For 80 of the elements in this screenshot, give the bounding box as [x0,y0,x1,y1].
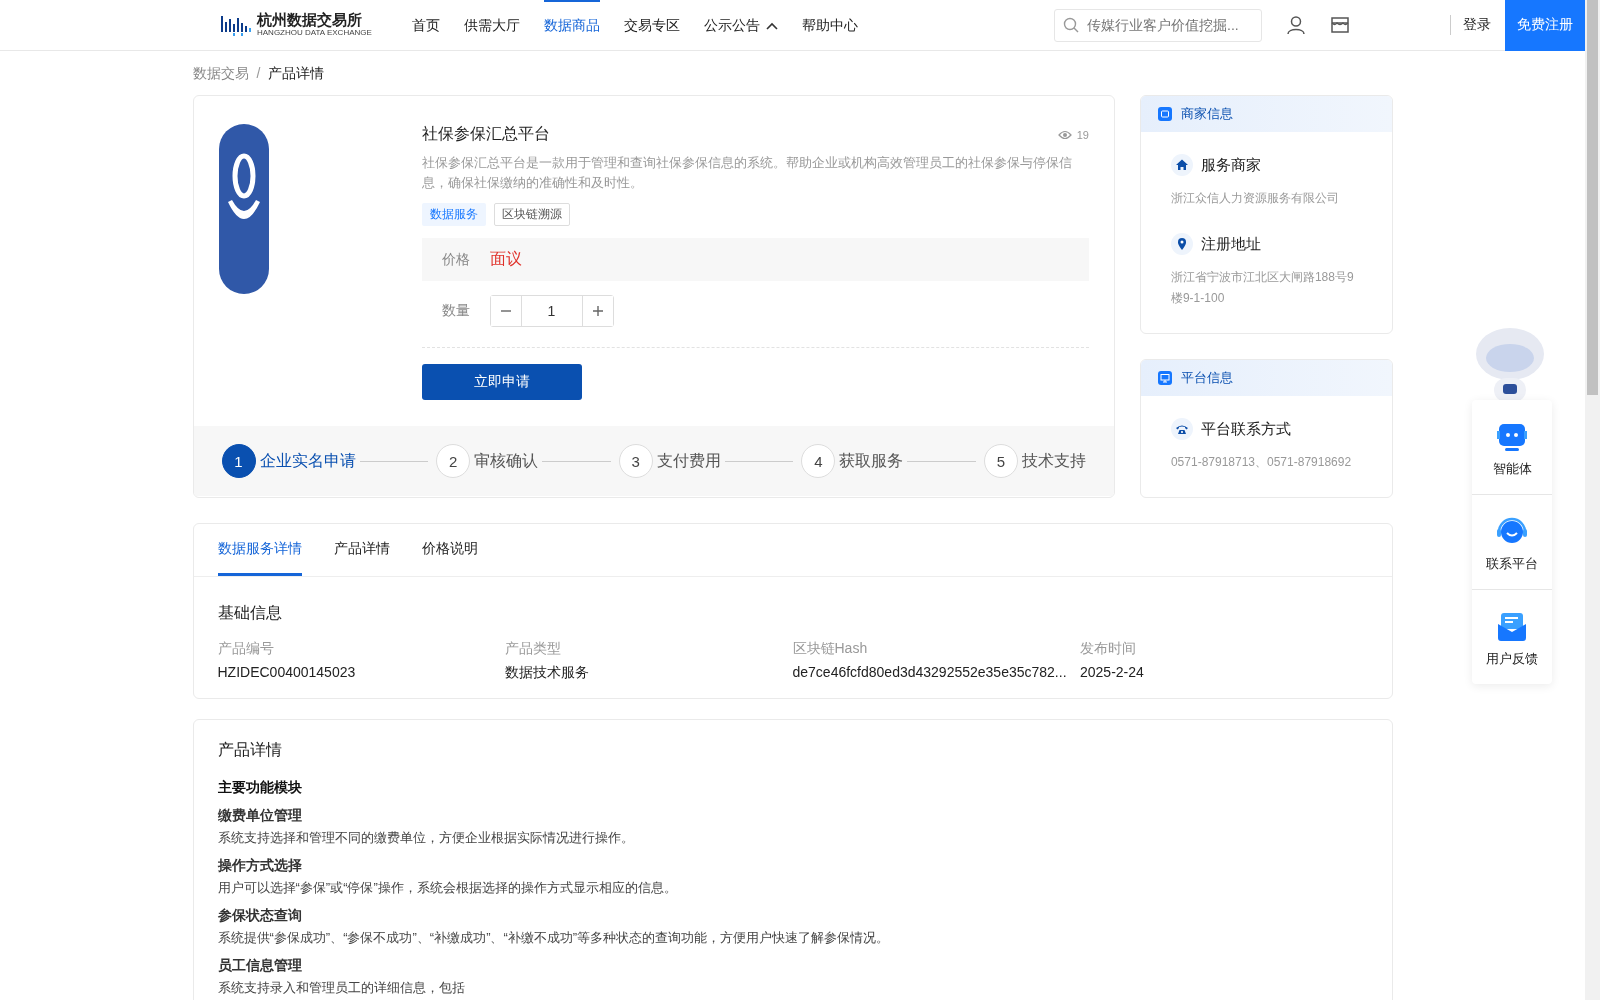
info-label: 注册地址 [1200,234,1261,254]
tab[interactable]: 产品详情 [333,524,390,576]
logo-name: 杭州数据交易所 [257,12,363,28]
view-count: 19 [1076,128,1089,141]
float-button[interactable]: 用户反馈 [1472,590,1552,684]
register-button[interactable]: 免费注册 [1505,0,1585,51]
section-title: 产品详情 [217,740,283,760]
price-value: 面议 [489,249,522,269]
module-heading: 主要功能模块 [217,779,303,797]
caret-icon [765,22,778,30]
section-title: 基础信息 [217,603,283,623]
tab[interactable]: 数据服务详情 [217,524,302,576]
step-label: 技术支持 [1021,450,1086,471]
step-number: 3 [618,444,653,478]
logo-subtitle: HANGZHOU DATA EXCHANGE [257,28,372,38]
step-number: 1 [221,444,256,478]
apply-button[interactable]: 立即申请 [421,364,582,400]
quantity-stepper[interactable]: 1 [489,295,614,327]
nav-item[interactable]: 数据商品 [543,0,600,50]
feature-title: 操作方式选择 [217,857,303,875]
mail-icon [1496,612,1528,642]
quantity-label: 数量 [441,302,470,320]
step-label: 支付费用 [656,450,721,471]
location-pin-icon [1170,233,1193,255]
breadcrumb-link[interactable]: 数据交易 [192,65,249,83]
step-number: 5 [983,444,1018,478]
field-label: 产品编号 [217,640,275,658]
breadcrumb-link[interactable]: 产品详情 [268,65,325,83]
step-label: 审核确认 [474,450,539,471]
feature-description: 用户可以选择“参保”或“停保”操作，系统会根据选择的操作方式显示相应的信息。 [217,879,678,897]
feature-description: 系统提供“参保成功”、“参保不成功”、“补缴成功”、“补缴不成功”等多种状态的查询功能，方便用户快速了解参保情况。 [217,929,891,947]
float-button[interactable]: 联系平台 [1472,495,1552,590]
breadcrumb-separator: / [256,65,261,83]
field-value: 2025-2-24 [1080,664,1145,680]
monitor-icon [1157,371,1172,385]
tag: 区块链溯源 [493,203,570,226]
feature-title: 参保状态查询 [217,907,303,925]
scrollbar[interactable] [1585,0,1600,1000]
field-value: HZIDEC00400145023 [217,664,357,680]
store-icon[interactable] [1330,15,1350,35]
info-label: 平台联系方式 [1200,419,1291,439]
field-label: 区块链Hash [792,640,869,658]
search-field[interactable]: 传媒行业客户价值挖掘... [1054,8,1262,42]
eye-icon [1057,129,1072,140]
step-number: 2 [436,444,471,478]
info-value: 浙江众信人力资源服务有限公司 [1170,190,1340,207]
home-icon [1170,154,1193,176]
info-value: 0571-87918713、0571-87918692 [1170,454,1353,471]
field-label: 产品类型 [505,640,562,658]
quantity-field[interactable]: 1 [520,296,583,326]
search-icon [1063,17,1079,33]
nav-item[interactable]: 公示公告 [703,0,778,50]
step-label: 获取服务 [839,450,904,471]
info-value: 浙江省宁波市江北区大闸路188号9楼9-1-100 [1170,269,1355,307]
user-icon[interactable] [1286,15,1306,35]
field-value: 数据技术服务 [505,664,590,682]
float-button[interactable]: 智能体 [1472,400,1552,495]
info-card-title: 商家信息 [1180,105,1233,123]
nav-item[interactable]: 交易专区 [623,0,680,50]
phone-icon [1170,418,1193,440]
feature-description: 系统支持选择和管理不同的缴费单位，方便企业根据实际情况进行操作。 [217,829,635,847]
step-label: 企业实名申请 [259,450,356,471]
nav-item[interactable]: 供需大厅 [463,0,520,50]
field-label: 发布时间 [1080,640,1137,658]
step-number: 4 [801,444,836,478]
tab[interactable]: 价格说明 [421,524,478,576]
field-value: de7ce46fcfd80ed3d43292552e35e35c782... [792,664,1068,680]
nav-item[interactable]: 首页 [411,0,440,50]
logo-icon [220,14,254,36]
price-label: 价格 [441,250,470,269]
plus-icon [591,305,604,317]
tag: 数据服务 [421,203,486,226]
info-label: 服务商家 [1200,155,1261,175]
info-card-title: 平台信息 [1180,369,1233,387]
product-title: 社保参保汇总平台 [421,124,550,144]
feature-title: 员工信息管理 [217,957,303,975]
feature-description: 系统支持录入和管理员工的详细信息，包括 [217,979,466,997]
nav-item[interactable]: 帮助中心 [801,0,858,50]
login-link[interactable]: 登录 [1463,16,1491,34]
feature-title: 缴费单位管理 [217,807,303,825]
